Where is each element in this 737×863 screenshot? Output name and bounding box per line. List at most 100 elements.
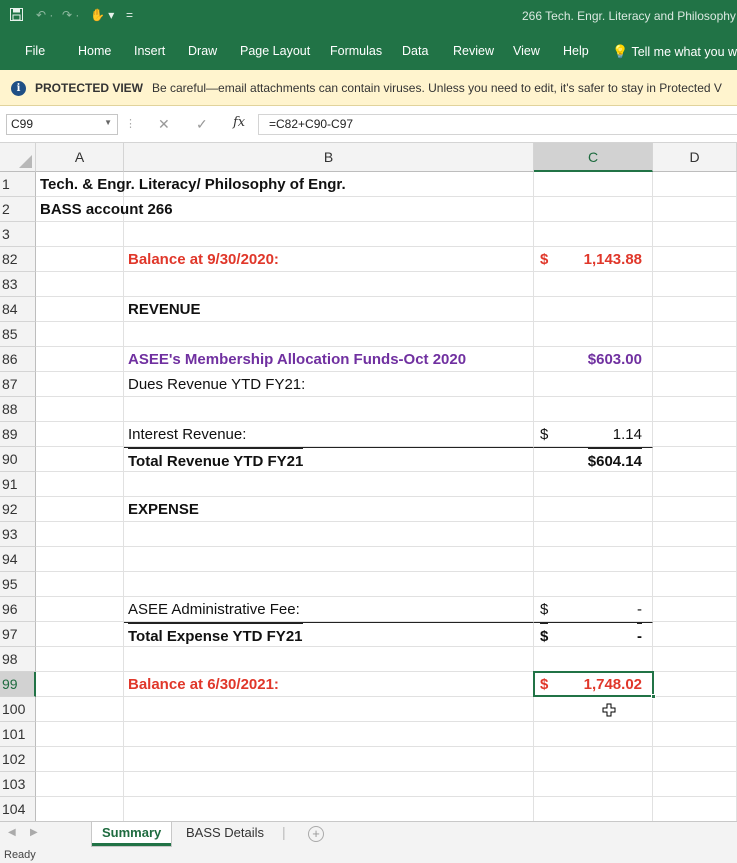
tab-formulas[interactable]: Formulas [330, 44, 382, 58]
cell-a[interactable] [36, 472, 124, 497]
name-box[interactable]: C99 ▼ [6, 114, 118, 135]
cell-b[interactable] [124, 397, 534, 422]
column-header-a[interactable]: A [36, 143, 124, 172]
tab-insert[interactable]: Insert [134, 44, 165, 58]
row-header[interactable]: 88 [0, 397, 36, 422]
cell-a[interactable] [36, 622, 124, 647]
cell-b[interactable]: Balance at 9/30/2020: [124, 247, 534, 272]
tab-home[interactable]: Home [78, 44, 111, 58]
row-header[interactable]: 83 [0, 272, 36, 297]
row-header[interactable]: 3 [0, 222, 36, 247]
cell-a[interactable] [36, 422, 124, 447]
cell-b[interactable]: Total Revenue YTD FY21 [124, 447, 534, 472]
row-header[interactable]: 85 [0, 322, 36, 347]
cell-a[interactable]: BASS account 266 [36, 197, 173, 222]
cell-c[interactable] [534, 547, 653, 572]
row-header[interactable]: 2 [0, 197, 36, 222]
cell-a[interactable] [36, 447, 124, 472]
cell-a[interactable] [36, 647, 124, 672]
tab-view[interactable]: View [513, 44, 540, 58]
cell-c[interactable] [534, 322, 653, 347]
cell-b[interactable]: Total Expense YTD FY21 [124, 622, 534, 647]
cell-d[interactable] [653, 447, 737, 472]
cell-b[interactable] [124, 747, 534, 772]
cell-b[interactable] [124, 797, 534, 821]
cell-b[interactable] [124, 772, 534, 797]
cell-c[interactable] [534, 722, 653, 747]
cell-a[interactable] [36, 397, 124, 422]
cell-d[interactable] [653, 272, 737, 297]
cell-d[interactable] [653, 572, 737, 597]
cell-a[interactable] [36, 797, 124, 821]
cell-c[interactable]: $1.14 [534, 422, 653, 447]
cell-b[interactable] [124, 522, 534, 547]
row-header[interactable]: 86 [0, 347, 36, 372]
row-header[interactable]: 90 [0, 447, 36, 472]
cell-d[interactable] [653, 347, 737, 372]
cell-d[interactable] [653, 597, 737, 622]
cell-a[interactable] [36, 497, 124, 522]
chevron-down-icon[interactable]: ▼ [104, 118, 112, 127]
cell-a[interactable] [36, 672, 124, 697]
cell-a[interactable] [36, 747, 124, 772]
cell-a[interactable] [36, 697, 124, 722]
cell-c[interactable] [534, 272, 653, 297]
column-header-c[interactable]: C [534, 143, 653, 172]
cell-b[interactable] [124, 322, 534, 347]
undo-icon[interactable]: ↶ · [36, 8, 53, 22]
cell-c[interactable] [534, 172, 653, 197]
cell-a[interactable] [36, 222, 124, 247]
cell-c[interactable]: $603.00 [534, 347, 653, 372]
cell-a[interactable] [36, 322, 124, 347]
cell-b[interactable]: EXPENSE [124, 497, 534, 522]
cell-b[interactable]: Interest Revenue: [124, 422, 534, 447]
tab-page-layout[interactable]: Page Layout [240, 44, 310, 58]
cell-a[interactable] [36, 297, 124, 322]
tab-draw[interactable]: Draw [188, 44, 217, 58]
cell-d[interactable] [653, 322, 737, 347]
cell-b[interactable]: ASEE Administrative Fee: [124, 597, 534, 622]
row-header[interactable]: 91 [0, 472, 36, 497]
enter-check-icon[interactable]: ✓ [196, 116, 208, 133]
cell-c[interactable] [534, 372, 653, 397]
cell-b[interactable] [124, 572, 534, 597]
column-header-d[interactable]: D [653, 143, 737, 172]
row-header[interactable]: 89 [0, 422, 36, 447]
cell-c[interactable] [534, 647, 653, 672]
cell-b[interactable] [124, 472, 534, 497]
cell-c[interactable]: $1,143.88 [534, 247, 653, 272]
customize-icon[interactable]: = [126, 8, 133, 22]
cell-a[interactable]: Tech. & Engr. Literacy/ Philosophy of En… [36, 172, 346, 197]
cell-d[interactable] [653, 497, 737, 522]
cell-b[interactable]: REVENUE [124, 297, 534, 322]
cell-c[interactable] [534, 222, 653, 247]
tell-me-search[interactable]: 💡 Tell me what you w [612, 44, 737, 60]
select-all-button[interactable] [0, 143, 36, 172]
cell-d[interactable] [653, 522, 737, 547]
cell-a[interactable] [36, 722, 124, 747]
column-header-b[interactable]: B [124, 143, 534, 172]
cell-b[interactable]: Balance at 6/30/2021: [124, 672, 534, 697]
row-header[interactable]: 102 [0, 747, 36, 772]
cell-c[interactable] [534, 697, 653, 722]
row-header[interactable]: 101 [0, 722, 36, 747]
cell-d[interactable] [653, 547, 737, 572]
cell-a[interactable] [36, 272, 124, 297]
cell-c[interactable]: $1,748.02 [534, 672, 653, 697]
scroll-right-icon[interactable]: ▶ [30, 827, 38, 838]
cell-b[interactable]: Dues Revenue YTD FY21: [124, 372, 534, 397]
cell-c[interactable]: $ - [534, 622, 653, 647]
cell-d[interactable] [653, 172, 737, 197]
redo-icon[interactable]: ↷ · [62, 8, 79, 22]
cell-d[interactable] [653, 747, 737, 772]
row-header[interactable]: 84 [0, 297, 36, 322]
cell-a[interactable] [36, 772, 124, 797]
cell-d[interactable] [653, 397, 737, 422]
cell-c[interactable] [534, 197, 653, 222]
row-header[interactable]: 97 [0, 622, 36, 647]
cell-b[interactable] [124, 647, 534, 672]
cell-d[interactable] [653, 797, 737, 821]
cell-b[interactable] [124, 697, 534, 722]
cell-b[interactable]: ASEE's Membership Allocation Funds-Oct 2… [124, 347, 534, 372]
cell-c[interactable]: $ - [534, 597, 653, 622]
